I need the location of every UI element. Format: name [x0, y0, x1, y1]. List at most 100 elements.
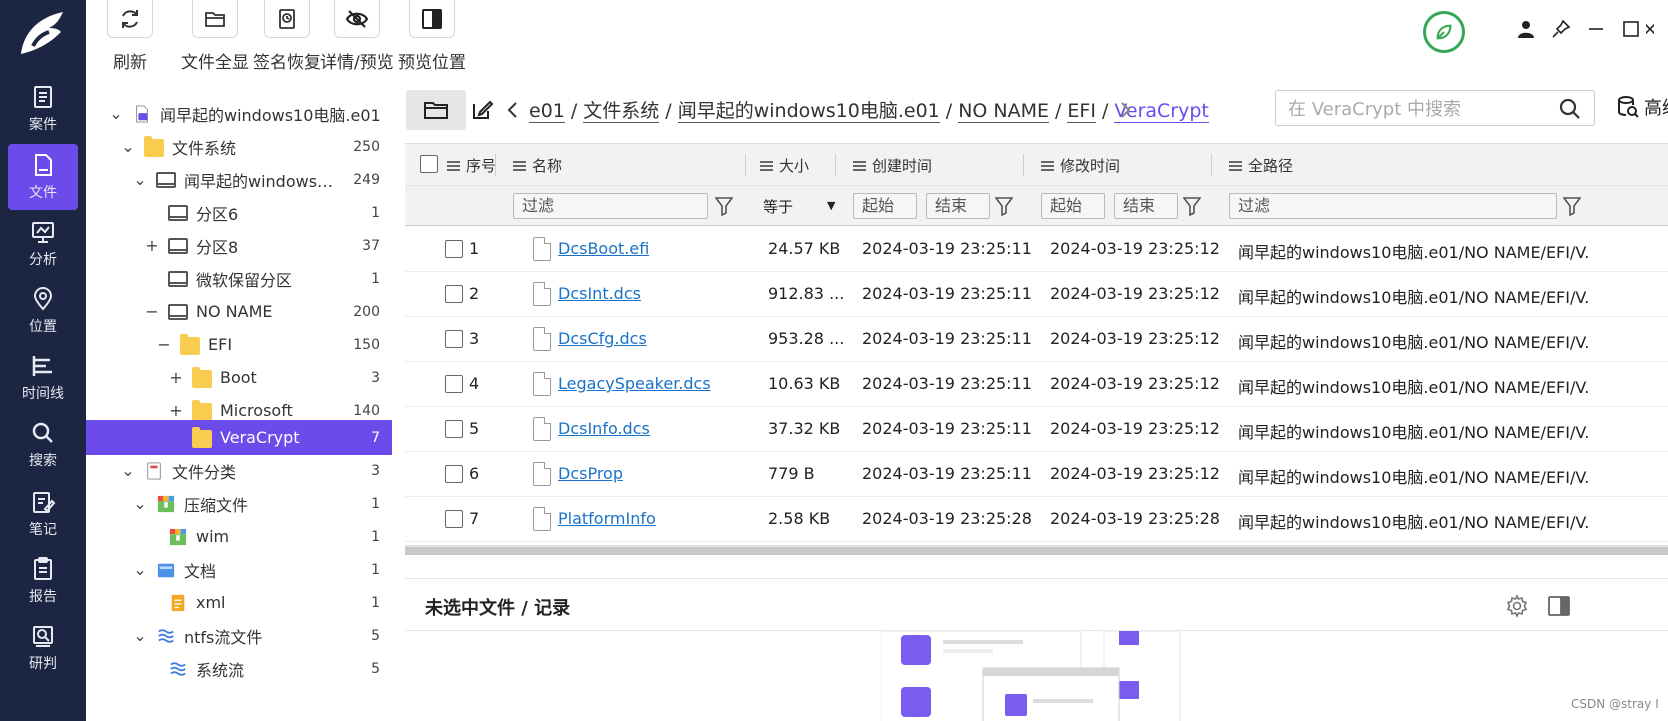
breadcrumb-item[interactable]: EFI [1067, 100, 1096, 123]
tree-item-xml[interactable]: xml 1 [86, 585, 392, 620]
detail-preview-button[interactable]: 详情/预览 [320, 0, 394, 73]
path-filter-input[interactable]: 过滤 [1229, 193, 1557, 219]
file-name-link[interactable]: DcsBoot.efi [558, 239, 649, 258]
pin-button[interactable] [1548, 16, 1574, 42]
signature-recover-button[interactable]: 签名恢复 [253, 0, 321, 73]
tree-item-ntfs[interactable]: ⌄ ntfs流文件 5 [86, 618, 392, 653]
file-name-link[interactable]: PlatformInfo [558, 509, 656, 528]
folder-view-button[interactable] [406, 90, 466, 130]
table-row[interactable]: 3 DcsCfg.dcs 953.28 ... 2024-03-19 23:25… [405, 317, 1668, 362]
back-button[interactable] [498, 90, 528, 130]
expand-toggle-icon[interactable]: + [168, 401, 184, 420]
preview-position-button[interactable]: 预览位置 [398, 0, 466, 73]
scrollbar-thumb[interactable] [405, 547, 1668, 555]
breadcrumb-item[interactable]: 闻早起的windows10电脑.e01 [677, 100, 940, 123]
tree-item-boot[interactable]: + Boot 3 [86, 360, 392, 395]
collapse-toggle-icon[interactable]: ⌄ [132, 494, 148, 513]
table-row[interactable]: 7 PlatformInfo 2.58 KB 2024-03-19 23:25:… [405, 497, 1668, 542]
created-start-input[interactable]: 起始 [853, 193, 917, 219]
rail-item-judge[interactable]: 研判 [8, 615, 78, 681]
panel-right-icon[interactable] [1547, 594, 1571, 618]
collapse-toggle-icon[interactable]: − [144, 302, 160, 321]
expand-toggle-icon[interactable]: + [144, 236, 160, 255]
row-checkbox[interactable] [445, 510, 463, 528]
status-indicator[interactable] [1423, 11, 1465, 53]
table-row[interactable]: 1 DcsBoot.efi 24.57 KB 2024-03-19 23:25:… [405, 227, 1668, 272]
created-end-input[interactable]: 结束 [926, 193, 990, 219]
file-name-link[interactable]: LegacySpeaker.dcs [558, 374, 711, 393]
row-checkbox[interactable] [445, 240, 463, 258]
breadcrumb-item[interactable]: NO NAME [958, 100, 1050, 123]
modified-end-input[interactable]: 结束 [1114, 193, 1178, 219]
rail-item-location[interactable]: 位置 [8, 278, 78, 344]
advanced-search-button[interactable]: 高级 [1616, 94, 1668, 120]
search-input[interactable]: 在 VeraCrypt 中搜索 [1275, 90, 1595, 126]
tree-item-doc[interactable]: ⌄ 文档 1 [86, 552, 392, 587]
filter-icon[interactable] [1183, 196, 1201, 216]
table-row[interactable]: 6 DcsProp 779 B 2024-03-19 23:25:11 2024… [405, 452, 1668, 497]
column-name[interactable]: 名称 [513, 155, 562, 176]
collapse-toggle-icon[interactable]: ⌄ [120, 137, 136, 156]
file-name-link[interactable]: DcsInt.dcs [558, 284, 641, 303]
collapse-toggle-icon[interactable]: ⌄ [132, 626, 148, 645]
row-checkbox[interactable] [445, 330, 463, 348]
column-size[interactable]: 大小 [760, 155, 809, 176]
table-row[interactable]: 5 DcsInfo.dcs 37.32 KB 2024-03-19 23:25:… [405, 407, 1668, 452]
row-checkbox[interactable] [445, 375, 463, 393]
tree-item-wim[interactable]: wim 1 [86, 519, 392, 554]
tree-item-veracrypt[interactable]: VeraCrypt 7 [86, 420, 392, 455]
tree-item-ms-reserved[interactable]: 微软保留分区 1 [86, 261, 392, 296]
breadcrumb-item[interactable]: 文件系统 [583, 100, 660, 123]
table-row[interactable]: 4 LegacySpeaker.dcs 10.63 KB 2024-03-19 … [405, 362, 1668, 407]
tree-item-filesystem[interactable]: ⌄ 文件系统 250 [86, 129, 392, 164]
row-checkbox[interactable] [445, 285, 463, 303]
column-created[interactable]: 创建时间 [853, 155, 932, 176]
rail-item-file[interactable]: 文件 [8, 144, 78, 210]
column-index[interactable]: 序号 [447, 155, 496, 176]
filter-icon[interactable] [715, 196, 733, 216]
close-button[interactable] [1646, 16, 1654, 42]
refresh-button[interactable]: 刷新 [107, 0, 153, 73]
rail-item-note[interactable]: 笔记 [8, 481, 78, 547]
filter-icon[interactable] [1563, 196, 1581, 216]
column-modified[interactable]: 修改时间 [1041, 155, 1120, 176]
minimize-button[interactable] [1583, 16, 1609, 42]
collapse-toggle-icon[interactable]: ⌄ [120, 461, 136, 480]
rail-item-timeline[interactable]: 时间线 [8, 345, 78, 411]
collapse-toggle-icon[interactable]: ⌄ [132, 560, 148, 579]
horizontal-scrollbar[interactable] [405, 545, 1668, 555]
show-all-button[interactable]: 文件全显 [181, 0, 249, 73]
breadcrumb-item[interactable]: e01 [529, 100, 565, 123]
search-icon[interactable] [1558, 97, 1582, 121]
tree-item-efi[interactable]: − EFI 150 [86, 327, 392, 362]
gear-icon[interactable] [1505, 594, 1529, 618]
tree-item-root[interactable]: ⌄ 闻早起的windows10电脑.e01 [86, 96, 392, 131]
select-all-checkbox[interactable] [420, 155, 438, 173]
tree-item-zip[interactable]: ⌄ 压缩文件 1 [86, 486, 392, 521]
filter-icon[interactable] [995, 196, 1013, 216]
rail-item-analysis[interactable]: 分析 [8, 211, 78, 277]
expand-toggle-icon[interactable]: + [168, 368, 184, 387]
rail-item-report[interactable]: 报告 [8, 548, 78, 614]
tree-item-system-stream[interactable]: 系统流 5 [86, 651, 392, 686]
file-name-link[interactable]: DcsInfo.dcs [558, 419, 650, 438]
tree-item-disk[interactable]: ⌄ 闻早起的windows10... 249 [86, 162, 392, 197]
modified-start-input[interactable]: 起始 [1041, 193, 1105, 219]
tree-item-partition6[interactable]: 分区6 1 [86, 195, 392, 230]
column-path[interactable]: 全路径 [1229, 155, 1293, 176]
row-checkbox[interactable] [445, 420, 463, 438]
tree-item-category[interactable]: ⌄ 文件分类 3 [86, 453, 392, 488]
rail-item-case[interactable]: 案件 [8, 76, 78, 142]
tree-item-noname[interactable]: − NO NAME 200 [86, 294, 392, 329]
collapse-toggle-icon[interactable]: ⌄ [108, 104, 124, 123]
dropdown-arrow-icon[interactable]: ▼ [827, 199, 835, 212]
collapse-toggle-icon[interactable]: ⌄ [132, 170, 148, 189]
table-row[interactable]: 2 DcsInt.dcs 912.83 ... 2024-03-19 23:25… [405, 272, 1668, 317]
tree-item-partition8[interactable]: + 分区8 37 [86, 228, 392, 263]
forward-button[interactable] [1110, 90, 1140, 130]
file-name-link[interactable]: DcsProp [558, 464, 623, 483]
name-filter-input[interactable]: 过滤 [513, 193, 708, 219]
file-name-link[interactable]: DcsCfg.dcs [558, 329, 647, 348]
rail-item-search[interactable]: 搜索 [8, 412, 78, 478]
maximize-button[interactable] [1618, 16, 1644, 42]
